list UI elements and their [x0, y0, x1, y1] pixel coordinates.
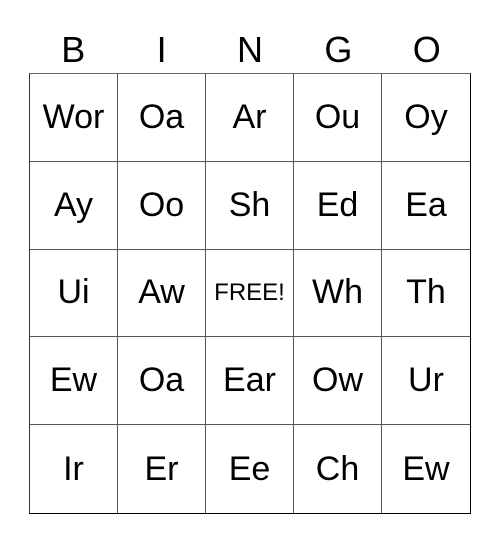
bingo-cell[interactable]: Ar — [206, 74, 294, 162]
bingo-board: Wor Oa Ar Ou Oy Ay Oo Sh Ed Ea Ui Aw FRE… — [29, 73, 471, 514]
free-space-cell[interactable]: FREE! — [206, 249, 294, 338]
bingo-cell[interactable]: Ou — [294, 74, 382, 162]
bingo-cell[interactable]: Oa — [118, 74, 206, 162]
bingo-cell[interactable]: Ch — [294, 425, 382, 513]
bingo-cell[interactable]: Oa — [118, 337, 206, 426]
header-letter-g: G — [324, 29, 353, 70]
bingo-cell[interactable]: Ui — [30, 249, 118, 338]
header-letter-o: O — [412, 29, 441, 70]
bingo-cell[interactable]: Th — [382, 250, 470, 338]
header-letter-i: I — [156, 29, 167, 70]
bingo-cell[interactable]: Ee — [206, 425, 294, 513]
bingo-header: B I N G O — [29, 28, 471, 72]
bingo-cell[interactable]: Ea — [382, 162, 470, 250]
bingo-cell[interactable]: Aw — [118, 249, 206, 338]
bingo-cell[interactable]: Sh — [206, 161, 294, 250]
header-letter-n: N — [236, 29, 263, 70]
bingo-cell[interactable]: Ew — [30, 337, 118, 426]
bingo-cell[interactable]: Oo — [118, 161, 206, 250]
bingo-cell[interactable]: Ear — [206, 337, 294, 426]
bingo-cell[interactable]: Oy — [382, 74, 470, 162]
bingo-cell[interactable]: Ew — [382, 425, 470, 513]
bingo-cell[interactable]: Ow — [294, 337, 382, 426]
bingo-cell[interactable]: Ir — [30, 425, 118, 513]
bingo-cell[interactable]: Wor — [30, 74, 118, 162]
bingo-cell[interactable]: Ay — [30, 161, 118, 250]
bingo-cell[interactable]: Ed — [294, 161, 382, 250]
header-letter-b: B — [61, 29, 86, 70]
bingo-cell[interactable]: Wh — [294, 249, 382, 338]
bingo-cell[interactable]: Ur — [382, 337, 470, 426]
bingo-cell[interactable]: Er — [118, 425, 206, 513]
